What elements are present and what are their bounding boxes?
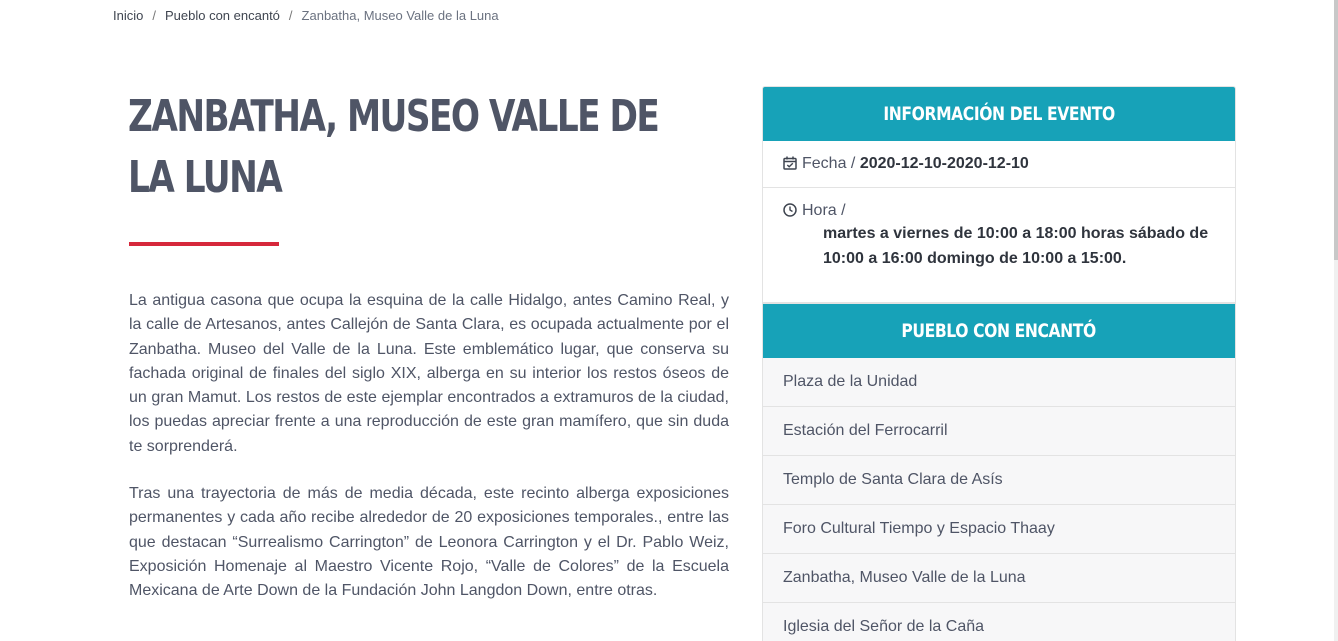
article-paragraph-1: La antigua casona que ocupa la esquina d… — [129, 292, 729, 455]
page-scrollbar[interactable] — [1334, 0, 1338, 641]
places-heading-text: PUEBLO CON ENCANTÓ — [901, 320, 1097, 342]
event-info-heading: INFORMACIÓN DEL EVENTO — [763, 87, 1235, 141]
places-list: Plaza de la Unidad Estación del Ferrocar… — [763, 358, 1235, 641]
page-title: ZANBATHA, MUSEO VALLE DE LA LUNA — [128, 91, 660, 203]
article-paragraph-2: Tras una trayectoria de más de media déc… — [129, 485, 729, 600]
breadcrumb-separator: / — [288, 8, 293, 23]
place-item-estacion-del-ferrocarril[interactable]: Estación del Ferrocarril — [763, 406, 1235, 455]
place-item-zanbatha[interactable]: Zanbatha, Museo Valle de la Luna — [763, 553, 1235, 602]
event-time-row: Hora / martes a viernes de 10:00 a 18:00… — [763, 188, 1235, 285]
clock-icon — [783, 203, 797, 217]
breadcrumb-home-link[interactable]: Inicio — [113, 8, 143, 23]
places-heading: PUEBLO CON ENCANTÓ — [763, 304, 1235, 358]
places-panel: PUEBLO CON ENCANTÓ Plaza de la Unidad Es… — [762, 303, 1236, 641]
event-info-heading-text: INFORMACIÓN DEL EVENTO — [883, 103, 1115, 125]
place-item-plaza-de-la-unidad[interactable]: Plaza de la Unidad — [763, 358, 1235, 406]
event-time-label: Hora / — [802, 202, 846, 219]
page-scrollbar-thumb[interactable] — [1334, 0, 1338, 260]
event-info-panel: INFORMACIÓN DEL EVENTO Fecha / 2020-12-1… — [762, 86, 1236, 303]
breadcrumb-separator: / — [152, 8, 156, 23]
event-date-label: Fecha / — [802, 155, 856, 172]
place-item-iglesia-senor-de-la-cana[interactable]: Iglesia del Señor de la Caña — [763, 602, 1235, 641]
calendar-check-icon — [783, 156, 797, 170]
breadcrumb-section-link[interactable]: Pueblo con encantó — [165, 8, 280, 23]
breadcrumb-current: Zanbatha, Museo Valle de la Luna — [301, 8, 499, 23]
event-date-value: 2020-12-10-2020-12-10 — [859, 155, 1029, 172]
title-underline — [129, 242, 279, 246]
place-item-templo-de-santa-clara[interactable]: Templo de Santa Clara de Asís — [763, 455, 1235, 504]
breadcrumb: Inicio / Pueblo con encantó / Zanbatha, … — [113, 8, 499, 23]
event-date-row: Fecha / 2020-12-10-2020-12-10 — [763, 141, 1235, 188]
place-item-foro-cultural[interactable]: Foro Cultural Tiempo y Espacio Thaay — [763, 504, 1235, 553]
event-time-value: martes a viernes de 10:00 a 18:00 horas … — [823, 225, 1209, 267]
